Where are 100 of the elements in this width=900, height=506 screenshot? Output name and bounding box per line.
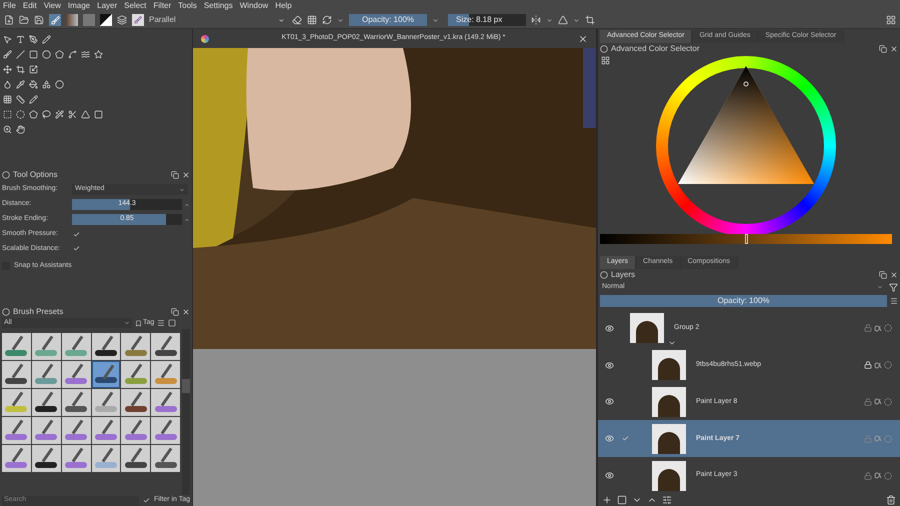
pencil-icon[interactable] xyxy=(42,35,51,44)
unlocked-icon[interactable] xyxy=(864,324,872,332)
alpha-lock-icon[interactable] xyxy=(874,362,882,369)
scrollbar[interactable] xyxy=(182,329,190,495)
grid-icon[interactable] xyxy=(3,95,12,104)
brush-preset-tile[interactable] xyxy=(32,445,61,472)
slider-handle[interactable] xyxy=(745,234,748,244)
menu-item[interactable]: Window xyxy=(240,2,268,10)
brush-preset-tile[interactable] xyxy=(2,389,31,416)
menu-icon[interactable] xyxy=(157,319,166,327)
unlocked-icon[interactable] xyxy=(864,398,872,406)
workspace-icon[interactable] xyxy=(886,15,896,25)
alpha-lock-icon[interactable] xyxy=(874,472,882,480)
alpha-lock-icon[interactable] xyxy=(874,398,882,406)
brush-preset-tile[interactable] xyxy=(62,389,90,416)
brush-preset-tile[interactable] xyxy=(151,333,180,360)
brush-preset-tile[interactable] xyxy=(151,389,180,416)
brush-preset-tile[interactable] xyxy=(92,445,120,472)
mirror-horizontal-icon[interactable] xyxy=(531,15,541,25)
brush-preset-tile[interactable] xyxy=(62,445,90,472)
slider-field[interactable]: Opacity: 100% xyxy=(349,14,427,26)
menu-item[interactable]: View xyxy=(44,2,61,10)
scissors-icon[interactable] xyxy=(68,110,77,119)
pen-icon[interactable] xyxy=(29,35,38,44)
eyedropper-icon[interactable] xyxy=(16,80,25,89)
brush-tool-button[interactable] xyxy=(49,14,61,26)
close-icon[interactable] xyxy=(182,308,190,316)
selector-settings-icon[interactable] xyxy=(601,56,610,65)
ellipse-select-icon[interactable] xyxy=(16,110,25,119)
visibility-icon[interactable] xyxy=(604,434,614,444)
checkbox[interactable] xyxy=(72,244,80,253)
canvas-painting-drawing[interactable] xyxy=(193,48,596,349)
menu-item[interactable]: File xyxy=(3,2,16,10)
float-icon[interactable] xyxy=(879,270,887,278)
menu-item[interactable]: Image xyxy=(68,2,90,10)
open-folder-icon[interactable] xyxy=(19,15,29,25)
close-icon[interactable] xyxy=(578,34,588,44)
spin-arrows-icon[interactable] xyxy=(184,216,190,222)
lock-icon[interactable] xyxy=(864,361,872,370)
brush-preset-tile[interactable] xyxy=(62,417,90,444)
brush-preset-tile[interactable] xyxy=(62,333,90,360)
brush-preset-tile[interactable] xyxy=(2,333,31,360)
brush-preset-tile[interactable] xyxy=(121,445,150,472)
brush-preset-tile[interactable] xyxy=(121,333,150,360)
float-icon[interactable] xyxy=(171,308,179,316)
menu-item[interactable]: Help xyxy=(275,2,292,10)
brush-preset-tile[interactable] xyxy=(2,361,31,388)
brush-preset-tile[interactable] xyxy=(151,445,180,472)
brush-preset-tile[interactable] xyxy=(121,361,150,388)
close-icon[interactable] xyxy=(890,44,898,52)
menu-icon[interactable] xyxy=(890,297,898,305)
new-document-icon[interactable] xyxy=(4,15,14,25)
brush-preset-tile[interactable] xyxy=(2,417,31,444)
color-gradient-slider[interactable] xyxy=(600,234,892,244)
preset-thumbnail[interactable] xyxy=(132,14,144,26)
menu-item[interactable]: Layer xyxy=(97,2,118,10)
text-icon[interactable] xyxy=(16,35,25,44)
brush-preset-tile[interactable] xyxy=(151,361,180,388)
brush-preset-tile[interactable] xyxy=(121,417,150,444)
line-icon[interactable] xyxy=(16,50,25,59)
close-icon[interactable] xyxy=(890,270,898,278)
gradient-swatch[interactable] xyxy=(66,14,78,26)
properties-icon[interactable] xyxy=(662,495,672,505)
brush-preset-tile[interactable] xyxy=(92,333,120,360)
move-icon[interactable] xyxy=(3,65,12,74)
fill-bucket-icon[interactable] xyxy=(29,80,38,89)
unlocked-icon[interactable] xyxy=(864,472,872,480)
menu-item[interactable]: Select xyxy=(124,2,146,10)
freehand-path-icon[interactable] xyxy=(81,50,90,59)
crop-icon[interactable] xyxy=(16,65,25,74)
alpha-lock-icon[interactable] xyxy=(874,324,882,332)
menu-item[interactable]: Edit xyxy=(22,2,37,10)
menu-item[interactable]: Filter xyxy=(153,2,172,10)
visibility-icon[interactable] xyxy=(604,471,614,480)
reload-icon[interactable] xyxy=(322,15,332,25)
polygon-select-icon[interactable] xyxy=(29,110,38,119)
ruler-icon[interactable] xyxy=(16,95,25,104)
brush-preset-tile[interactable] xyxy=(92,417,120,444)
zoom-icon[interactable] xyxy=(3,125,12,134)
checkbox[interactable] xyxy=(142,497,150,504)
polygon-icon[interactable] xyxy=(55,50,64,59)
menu-item[interactable]: Tools xyxy=(178,2,197,10)
slider-field[interactable]: Opacity: 100% xyxy=(600,295,887,307)
save-icon[interactable] xyxy=(34,15,44,25)
visibility-icon[interactable] xyxy=(604,360,614,370)
brush-preset-tile[interactable] xyxy=(62,361,90,388)
color-swatches[interactable] xyxy=(100,14,112,26)
brush-options-icon[interactable] xyxy=(117,15,127,25)
rectangle-icon[interactable] xyxy=(29,50,38,59)
rectangle-select-icon[interactable] xyxy=(3,110,12,119)
brush-preset-tile[interactable] xyxy=(92,361,120,388)
brush-preset-tile[interactable] xyxy=(92,389,120,416)
brush-preset-tile[interactable] xyxy=(32,389,61,416)
spin-arrows-icon[interactable] xyxy=(184,202,190,208)
check-icon[interactable] xyxy=(622,435,628,442)
brush-preset-tile[interactable] xyxy=(32,361,61,388)
lasso-icon[interactable] xyxy=(42,110,51,119)
checkbox[interactable] xyxy=(72,230,80,238)
star-icon[interactable] xyxy=(94,50,103,59)
float-icon[interactable] xyxy=(879,44,887,52)
